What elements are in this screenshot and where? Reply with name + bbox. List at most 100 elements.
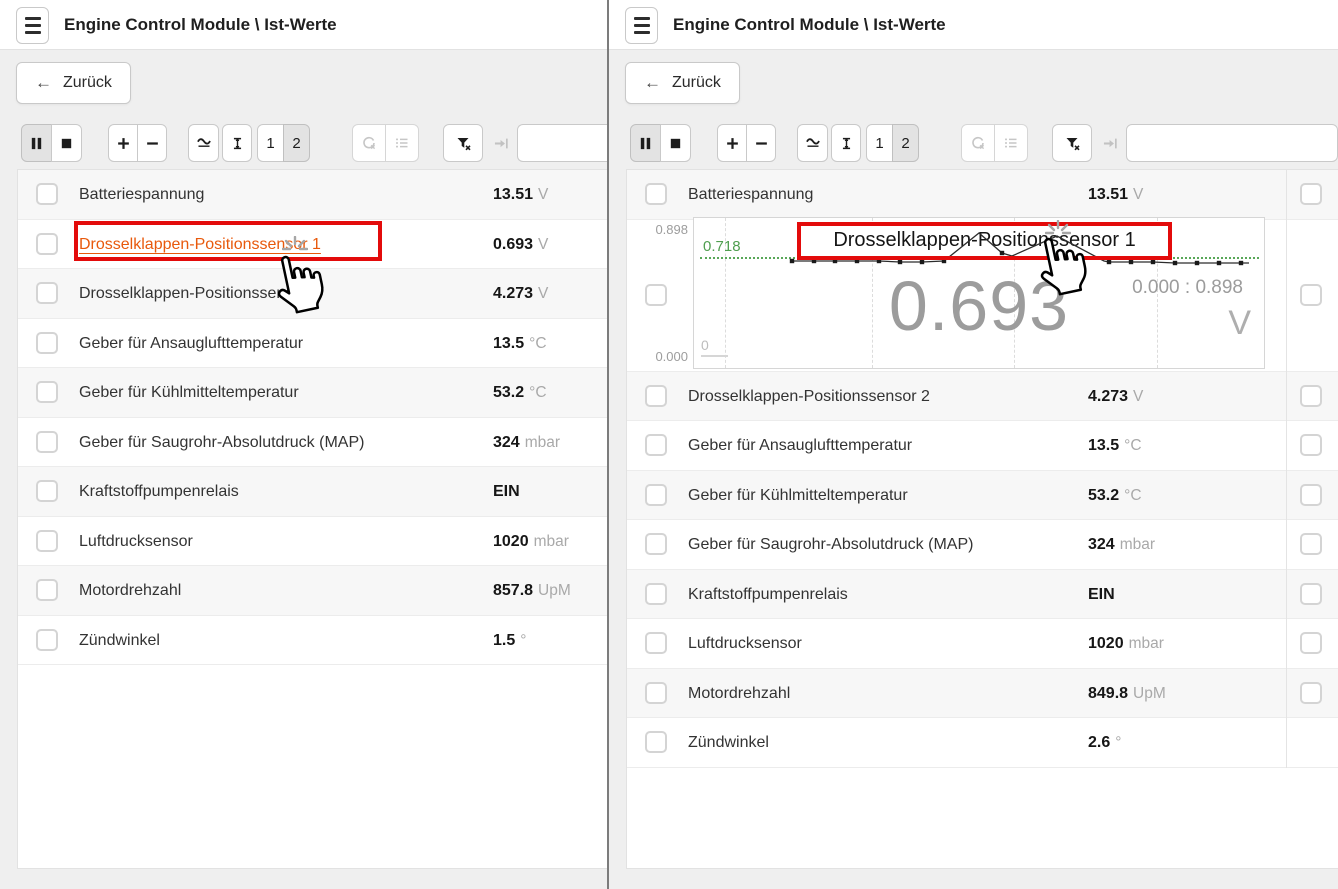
row-value-cell: 324 mbar: [493, 418, 560, 468]
row-value: 1020: [493, 533, 529, 550]
plus-button[interactable]: [108, 124, 138, 162]
text-height-button[interactable]: [222, 124, 252, 162]
row-value-cell: 13.5°C: [1088, 421, 1142, 471]
list-icon: [1003, 135, 1019, 151]
table-row[interactable]: Batteriespannung 13.51V: [18, 170, 607, 220]
table-row[interactable]: Drosselklappen-Positionssensor 1 0.693V: [18, 220, 607, 270]
table-row[interactable]: Motordrehzahl 849.8UpM: [627, 669, 1338, 719]
row-checkbox[interactable]: [645, 484, 667, 506]
sensor-link[interactable]: Drosselklappen-Positionssensor 1: [79, 220, 321, 270]
sensor-chart-row[interactable]: 0.898 0.000 0.718 0 0.693 0.000 : 0.898 …: [627, 220, 1338, 372]
row-checkbox-right[interactable]: [1300, 533, 1322, 555]
minus-icon: [754, 136, 769, 151]
row-checkbox-right[interactable]: [1300, 484, 1322, 506]
row-value-cell: 849.8UpM: [1088, 669, 1166, 719]
table-row[interactable]: Geber für Kühlmitteltemperatur 53.2°C: [18, 368, 607, 418]
row-unit: °C: [529, 384, 546, 401]
row-unit: UpM: [538, 582, 571, 599]
row-value: 13.5: [493, 335, 524, 352]
row-unit: mbar: [1129, 635, 1164, 652]
row-checkbox-right[interactable]: [1300, 682, 1322, 704]
sensor-chart[interactable]: 0.898 0.000 0.718 0 0.693 0.000 : 0.898 …: [693, 217, 1265, 369]
row-checkbox-right[interactable]: [1300, 284, 1322, 306]
row-checkbox[interactable]: [36, 381, 58, 403]
columns-2-button[interactable]: 2: [283, 124, 310, 162]
header: Engine Control Module \ Ist-Werte: [0, 0, 607, 50]
row-value: 324: [493, 434, 520, 451]
row-checkbox-right[interactable]: [1300, 632, 1322, 654]
row-checkbox-right[interactable]: [1300, 385, 1322, 407]
table-row[interactable]: Geber für Ansauglufttemperatur 13.5°C: [18, 319, 607, 369]
y-axis-min-label: 0.000: [646, 349, 688, 364]
row-checkbox[interactable]: [36, 530, 58, 552]
columns-1-button[interactable]: 1: [257, 124, 284, 162]
pause-button[interactable]: [630, 124, 661, 162]
table-row[interactable]: Geber für Ansauglufttemperatur 13.5°C: [627, 421, 1338, 471]
table-row[interactable]: Geber für Kühlmitteltemperatur 53.2°C: [627, 471, 1338, 521]
row-checkbox-right[interactable]: [1300, 183, 1322, 205]
row-checkbox-right[interactable]: [1300, 434, 1322, 456]
plus-button[interactable]: [717, 124, 747, 162]
back-button[interactable]: ← Zurück: [625, 62, 740, 104]
table-row[interactable]: Geber für Saugrohr-Absolutdruck (MAP) 32…: [18, 418, 607, 468]
row-label: Luftdrucksensor: [688, 619, 802, 669]
toolbar-group: [961, 124, 1028, 162]
columns-1-button[interactable]: 1: [866, 124, 893, 162]
table-row[interactable]: Luftdrucksensor 1020mbar: [18, 517, 607, 567]
row-checkbox[interactable]: [645, 385, 667, 407]
row-checkbox[interactable]: [645, 682, 667, 704]
row-label: Motordrehzahl: [688, 669, 790, 719]
stop-icon: [59, 136, 74, 151]
columns-2-button[interactable]: 2: [892, 124, 919, 162]
table-row[interactable]: Zündwinkel 1.5°: [18, 616, 607, 666]
filter-remove-button[interactable]: [1052, 124, 1092, 162]
back-button[interactable]: ← Zurück: [16, 62, 131, 104]
table-row[interactable]: Kraftstoffpumpenrelais EIN: [18, 467, 607, 517]
table-row[interactable]: Zündwinkel 2.6°: [627, 718, 1338, 768]
stop-button[interactable]: [660, 124, 691, 162]
arrow-to-bar-button: [1095, 124, 1125, 162]
table-row[interactable]: Motordrehzahl 857.8UpM: [18, 566, 607, 616]
row-unit: V: [1133, 186, 1143, 203]
stop-button[interactable]: [51, 124, 82, 162]
table-row[interactable]: Kraftstoffpumpenrelais EIN: [627, 570, 1338, 620]
stop-icon: [668, 136, 683, 151]
row-checkbox[interactable]: [645, 434, 667, 456]
filter-remove-button[interactable]: [443, 124, 483, 162]
minus-button[interactable]: [137, 124, 167, 162]
minus-button[interactable]: [746, 124, 776, 162]
row-checkbox[interactable]: [36, 431, 58, 453]
row-checkbox[interactable]: [36, 183, 58, 205]
row-checkbox[interactable]: [645, 731, 667, 753]
row-unit: mbar: [534, 533, 569, 550]
row-checkbox[interactable]: [645, 632, 667, 654]
row-checkbox[interactable]: [645, 583, 667, 605]
row-value-cell: 857.8UpM: [493, 566, 571, 616]
row-label: Drosselklappen-Positionssensor 2: [688, 372, 930, 422]
row-checkbox[interactable]: [645, 183, 667, 205]
table-row[interactable]: Batteriespannung 13.51V: [627, 170, 1338, 220]
row-checkbox[interactable]: [645, 284, 667, 306]
table-row[interactable]: Drosselklappen-Positionssensor 2 4.273V: [18, 269, 607, 319]
row-checkbox[interactable]: [36, 282, 58, 304]
toolbar-group: [108, 124, 167, 162]
menu-button[interactable]: [16, 7, 49, 44]
row-checkbox[interactable]: [36, 579, 58, 601]
table-row[interactable]: Luftdrucksensor 1020mbar: [627, 619, 1338, 669]
menu-button[interactable]: [625, 7, 658, 44]
row-checkbox[interactable]: [36, 629, 58, 651]
table-row[interactable]: Drosselklappen-Positionssensor 2 4.273V: [627, 372, 1338, 422]
table-row[interactable]: Geber für Saugrohr-Absolutdruck (MAP) 32…: [627, 520, 1338, 570]
row-value: 4.273: [493, 285, 533, 302]
row-checkbox[interactable]: [36, 480, 58, 502]
row-checkbox[interactable]: [36, 332, 58, 354]
row-unit: mbar: [525, 434, 560, 451]
row-checkbox[interactable]: [36, 233, 58, 255]
pause-button[interactable]: [21, 124, 52, 162]
wave-button[interactable]: [188, 124, 219, 162]
row-checkbox-right[interactable]: [1300, 583, 1322, 605]
row-checkbox[interactable]: [645, 533, 667, 555]
text-height-button[interactable]: [831, 124, 861, 162]
row-value-cell: 13.5°C: [493, 319, 547, 369]
wave-button[interactable]: [797, 124, 828, 162]
